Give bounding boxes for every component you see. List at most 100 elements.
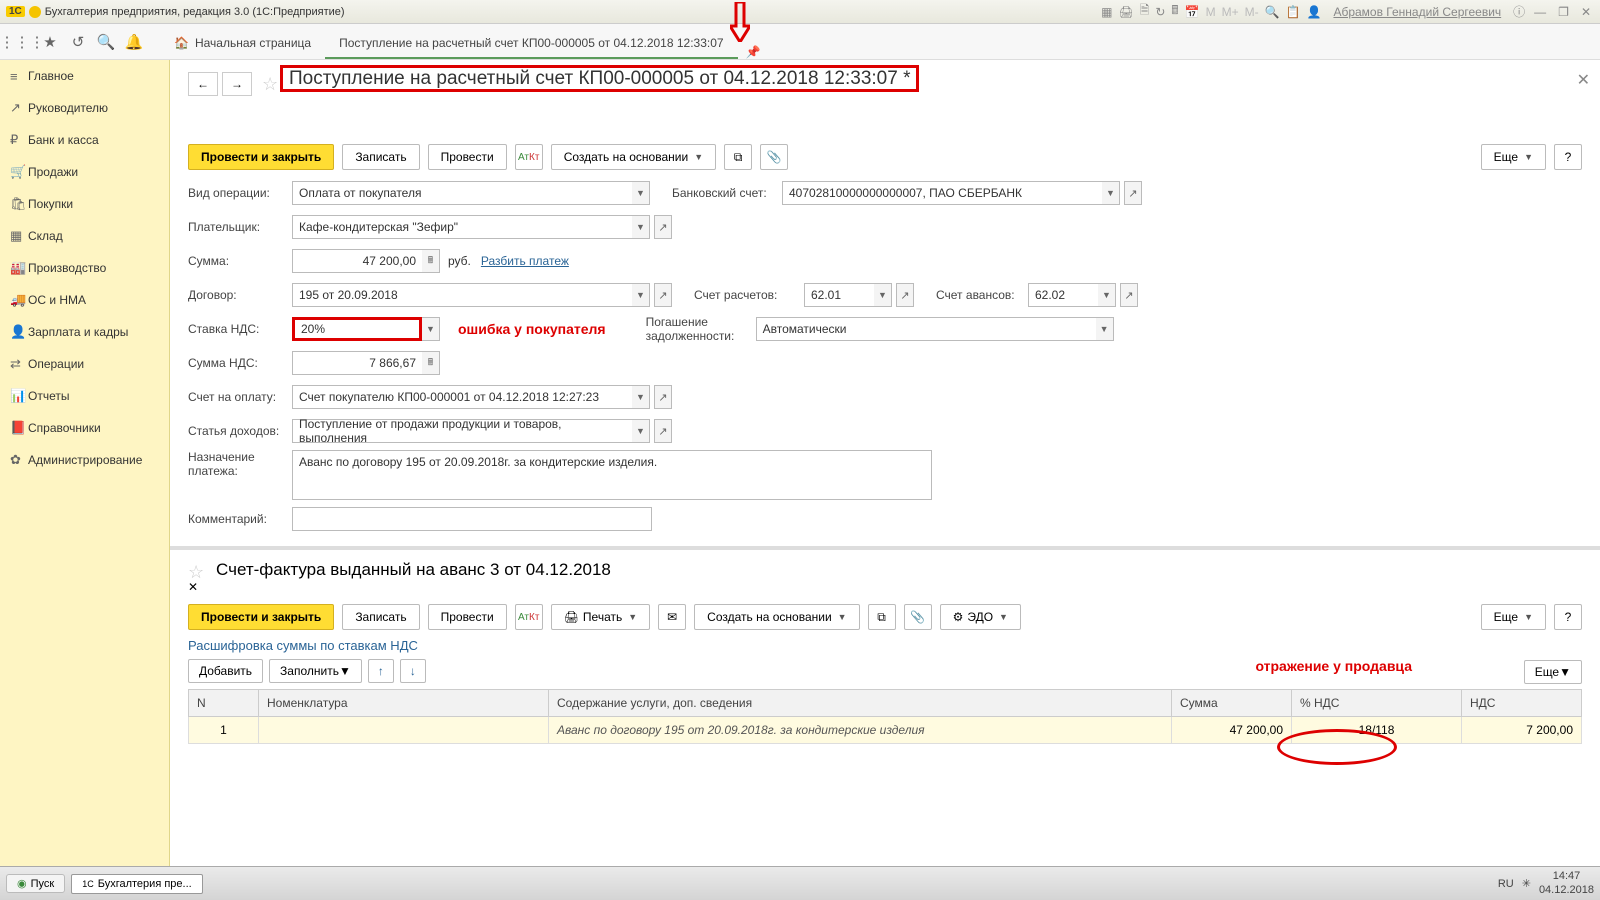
add-row-button[interactable]: Добавить bbox=[188, 659, 263, 683]
clock[interactable]: 14:47 04.12.2018 bbox=[1539, 870, 1594, 896]
op-type-field[interactable]: Оплата от покупателя bbox=[292, 181, 632, 205]
structure-button[interactable]: ⧉ bbox=[868, 604, 896, 630]
favorite-star-icon[interactable]: ☆ bbox=[262, 74, 278, 95]
doc-icon[interactable]: 🗎 bbox=[1140, 1, 1150, 22]
calendar-icon[interactable]: 📅 bbox=[1185, 5, 1200, 19]
move-down-button[interactable]: ↓ bbox=[400, 659, 426, 683]
structure-button[interactable]: ⧉ bbox=[724, 144, 752, 170]
split-payment-link[interactable]: Разбить платеж bbox=[481, 254, 569, 268]
cell-vat-pct[interactable]: 18/118 bbox=[1292, 717, 1462, 744]
sidebar-item-sales[interactable]: 🛒Продажи bbox=[0, 156, 169, 188]
payer-field[interactable]: Кафе-кондитерская "Зефир" bbox=[292, 215, 632, 239]
sidebar-item-manager[interactable]: ↗Руководителю bbox=[0, 92, 169, 124]
acc-calc-field[interactable]: 62.01 bbox=[804, 283, 874, 307]
sidebar-item-assets[interactable]: 🚚ОС и НМА bbox=[0, 284, 169, 316]
income-field[interactable]: Поступление от продажи продукции и товар… bbox=[292, 419, 632, 443]
clipboard-icon[interactable]: 📋 bbox=[1286, 5, 1301, 19]
sidebar-item-operations[interactable]: ⇄Операции bbox=[0, 348, 169, 380]
current-user[interactable]: Абрамов Геннадий Сергеевич bbox=[1333, 5, 1501, 19]
close-panel-button[interactable]: ✕ bbox=[188, 580, 1582, 594]
tab-document[interactable]: Поступление на расчетный счет КП00-00000… bbox=[325, 29, 738, 59]
fill-button[interactable]: Заполнить ▼ bbox=[269, 659, 362, 683]
bank-acc-field[interactable]: 40702810000000000007, ПАО СБЕРБАНК bbox=[782, 181, 1102, 205]
back-button[interactable]: ← bbox=[188, 72, 218, 96]
table-row[interactable]: 1 Аванс по договору 195 от 20.09.2018г. … bbox=[189, 717, 1582, 744]
post-button[interactable]: Провести bbox=[428, 604, 507, 630]
col-n[interactable]: N bbox=[189, 690, 259, 717]
close-panel-button[interactable]: ✕ bbox=[1577, 70, 1590, 90]
search-icon[interactable]: 🔍 bbox=[92, 28, 120, 56]
tab-home[interactable]: 🏠 Начальная страница bbox=[160, 29, 325, 59]
save-button[interactable]: Записать bbox=[342, 604, 419, 630]
more-table-button[interactable]: Еще ▼ bbox=[1524, 660, 1582, 684]
more-button[interactable]: Еще▼ bbox=[1481, 604, 1546, 630]
post-and-close-button[interactable]: Провести и закрыть bbox=[188, 604, 334, 630]
cell-vat[interactable]: 7 200,00 bbox=[1462, 717, 1582, 744]
dropdown-icon[interactable]: ▼ bbox=[632, 215, 650, 239]
open-icon[interactable]: ↗ bbox=[1120, 283, 1138, 307]
save-button[interactable]: Записать bbox=[342, 144, 419, 170]
col-description[interactable]: Содержание услуги, доп. сведения bbox=[549, 690, 1172, 717]
dropdown-icon[interactable]: ▼ bbox=[874, 283, 892, 307]
dropdown-icon[interactable]: ▼ bbox=[632, 419, 650, 443]
sidebar-item-payroll[interactable]: 👤Зарплата и кадры bbox=[0, 316, 169, 348]
vat-sum-field[interactable]: 7 866,67 bbox=[292, 351, 422, 375]
sidebar-item-main[interactable]: ≡Главное bbox=[0, 60, 169, 92]
debt-field[interactable]: Автоматически bbox=[756, 317, 1096, 341]
info-icon[interactable]: ⓘ bbox=[1513, 3, 1525, 20]
restore-button[interactable]: ❐ bbox=[1555, 5, 1572, 19]
taskbar-app-1c[interactable]: 1CБухгалтерия пре... bbox=[71, 874, 202, 894]
open-icon[interactable]: ↗ bbox=[654, 419, 672, 443]
open-icon[interactable]: ↗ bbox=[654, 385, 672, 409]
vat-rate-field[interactable]: 20% bbox=[292, 317, 422, 341]
open-icon[interactable]: ↗ bbox=[1124, 181, 1142, 205]
bell-icon[interactable]: 🔔 bbox=[120, 28, 148, 56]
history-icon[interactable]: ↺ bbox=[64, 28, 92, 56]
sidebar-item-purchases[interactable]: 🛍Покупки bbox=[0, 188, 169, 220]
calc-icon[interactable]: 🖩 bbox=[1171, 1, 1178, 22]
help-button[interactable]: ? bbox=[1554, 604, 1582, 630]
invoice-field[interactable]: Счет покупателю КП00-000001 от 04.12.201… bbox=[292, 385, 632, 409]
close-window-button[interactable]: ✕ bbox=[1578, 5, 1594, 19]
dropdown-icon[interactable]: ▼ bbox=[632, 385, 650, 409]
create-based-on-button[interactable]: Создать на основании▼ bbox=[551, 144, 716, 170]
lang-indicator[interactable]: RU bbox=[1498, 878, 1514, 890]
dropdown-icon[interactable]: ▼ bbox=[632, 283, 650, 307]
printer-icon[interactable]: 🖨 bbox=[1118, 5, 1133, 19]
dropdown-icon[interactable]: ▼ bbox=[1098, 283, 1116, 307]
sidebar-item-warehouse[interactable]: ▦Склад bbox=[0, 220, 169, 252]
sum-field[interactable]: 47 200,00 bbox=[292, 249, 422, 273]
m-minus-icon[interactable]: M- bbox=[1245, 5, 1259, 19]
cell-n[interactable]: 1 bbox=[189, 717, 259, 744]
dropdown-icon[interactable]: ▼ bbox=[1102, 181, 1120, 205]
favorite-star-icon[interactable]: ☆ bbox=[188, 562, 204, 583]
open-icon[interactable]: ↗ bbox=[896, 283, 914, 307]
zoom-icon[interactable]: 🔍 bbox=[1265, 5, 1280, 19]
sidebar-item-production[interactable]: 🏭Производство bbox=[0, 252, 169, 284]
col-vat[interactable]: НДС bbox=[1462, 690, 1582, 717]
m-plus-icon[interactable]: M+ bbox=[1222, 5, 1239, 19]
dr-cr-button[interactable]: АтКт bbox=[515, 604, 543, 630]
create-based-on-button[interactable]: Создать на основании▼ bbox=[694, 604, 859, 630]
help-button[interactable]: ? bbox=[1554, 144, 1582, 170]
pin-icon[interactable]: 📌 bbox=[746, 45, 761, 59]
contract-field[interactable]: 195 от 20.09.2018 bbox=[292, 283, 632, 307]
attach-button[interactable]: 📎 bbox=[760, 144, 788, 170]
calc-icon[interactable]: 🖩 bbox=[422, 351, 440, 375]
edo-button[interactable]: ⚙ ЭДО▼ bbox=[940, 604, 1021, 630]
post-button[interactable]: Провести bbox=[428, 144, 507, 170]
col-sum[interactable]: Сумма bbox=[1172, 690, 1292, 717]
attach-button[interactable]: 📎 bbox=[904, 604, 932, 630]
cell-nomenclature[interactable] bbox=[259, 717, 549, 744]
sidebar-item-references[interactable]: 📕Справочники bbox=[0, 412, 169, 444]
start-button[interactable]: ◉Пуск bbox=[6, 874, 65, 893]
apps-icon[interactable]: ⋮⋮⋮ bbox=[8, 28, 36, 56]
calc-icon[interactable]: 🖩 bbox=[422, 249, 440, 273]
more-button[interactable]: Еще▼ bbox=[1481, 144, 1546, 170]
forward-button[interactable]: → bbox=[222, 72, 252, 96]
refresh-icon[interactable]: ↻ bbox=[1155, 5, 1165, 19]
sidebar-item-reports[interactable]: 📊Отчеты bbox=[0, 380, 169, 412]
grid-icon[interactable]: ▦ bbox=[1101, 5, 1112, 19]
purpose-textarea[interactable]: Аванс по договору 195 от 20.09.2018г. за… bbox=[292, 450, 932, 500]
dr-cr-button[interactable]: АтКт bbox=[515, 144, 543, 170]
